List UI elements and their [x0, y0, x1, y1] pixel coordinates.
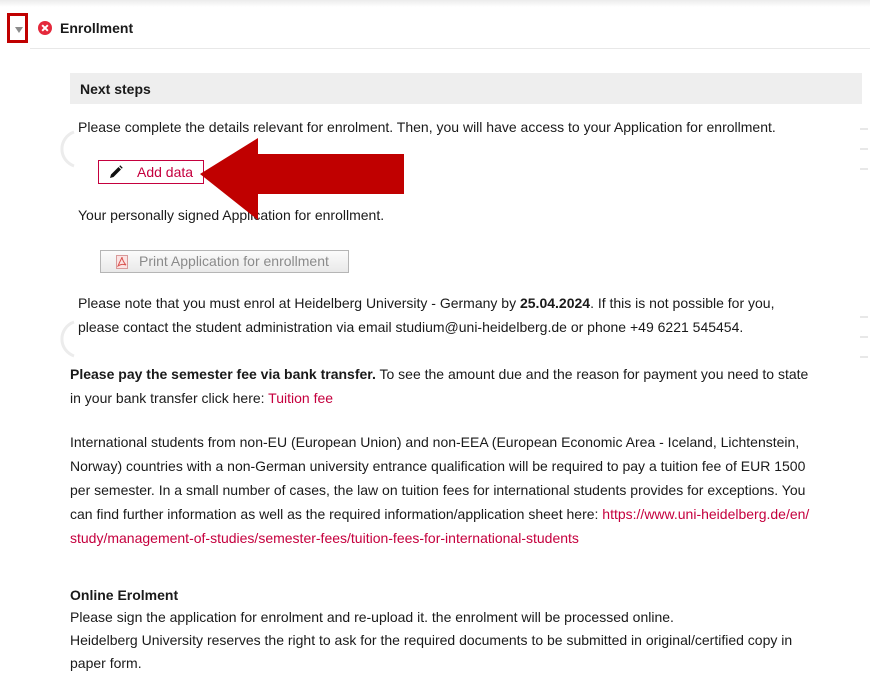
section-toggle-button[interactable]	[7, 13, 28, 43]
international-text-line-2: Norway) countries with a non-German univ…	[70, 458, 806, 474]
tuition-fees-link-continued[interactable]: study/management-of-studies/semester-fee…	[70, 528, 579, 548]
bank-transfer-prefix: in your bank transfer click here:	[70, 390, 269, 406]
international-text-line-3: per semester. In a small number of cases…	[70, 482, 806, 498]
loading-ghost-icon	[860, 128, 868, 170]
add-data-label: Add data	[137, 164, 194, 180]
print-application-button[interactable]: Print Application for enrollment	[100, 250, 349, 273]
next-steps-bar: Next steps	[70, 73, 862, 104]
bank-transfer-text: in your bank transfer click here: Tuitio…	[70, 388, 333, 408]
annotation-arrow-icon	[200, 138, 404, 220]
print-application-label: Print Application for enrollment	[139, 253, 329, 269]
section-title: Enrollment	[60, 20, 134, 36]
online-enrolment-line-2: Heidelberg University reserves the right…	[70, 632, 793, 648]
loading-ghost-icon	[60, 130, 75, 168]
deadline-text: Please note that you must enrol at Heide…	[78, 293, 774, 313]
collapse-triangle-icon	[15, 27, 23, 33]
semester-fee-text: Please pay the semester fee via bank tra…	[70, 364, 870, 384]
header-divider	[30, 48, 870, 49]
deadline-date: 25.04.2024	[519, 295, 591, 311]
tuition-fees-link[interactable]: https://www.uni-heidelberg.de/en/	[602, 506, 809, 522]
info-sheet-prefix: can find further information as well as …	[70, 506, 603, 522]
pencil-icon	[110, 165, 123, 178]
error-x-icon	[38, 21, 52, 35]
deadline-suffix: . If this is not possible for you,	[590, 295, 775, 311]
enrolment-intro-text: Please complete the details relevant for…	[78, 119, 776, 135]
loading-ghost-icon	[860, 316, 868, 358]
semester-fee-heading: Please pay the semester fee via bank tra…	[70, 366, 376, 382]
online-enrolment-line-1: Please sign the application for enrolmen…	[70, 609, 674, 625]
online-enrolment-line-3: paper form.	[70, 655, 142, 671]
online-enrolment-title: Online Erolment	[70, 587, 179, 603]
deadline-prefix: Please note that you must enrol at Heide…	[78, 295, 520, 311]
international-text-line-4: can find further information as well as …	[70, 504, 870, 524]
top-divider	[0, 0, 870, 7]
add-data-button[interactable]: Add data	[98, 160, 204, 184]
international-text-line-1: International students from non-EU (Euro…	[70, 434, 800, 450]
tuition-fee-link[interactable]: Tuition fee	[268, 390, 333, 406]
semester-fee-rest: To see the amount due and the reason for…	[375, 366, 809, 382]
pdf-icon	[116, 255, 128, 269]
contact-text: please contact the student administratio…	[78, 319, 744, 335]
enrollment-section-header: Enrollment	[0, 8, 870, 48]
loading-ghost-icon	[60, 320, 75, 358]
next-steps-title: Next steps	[80, 81, 151, 97]
